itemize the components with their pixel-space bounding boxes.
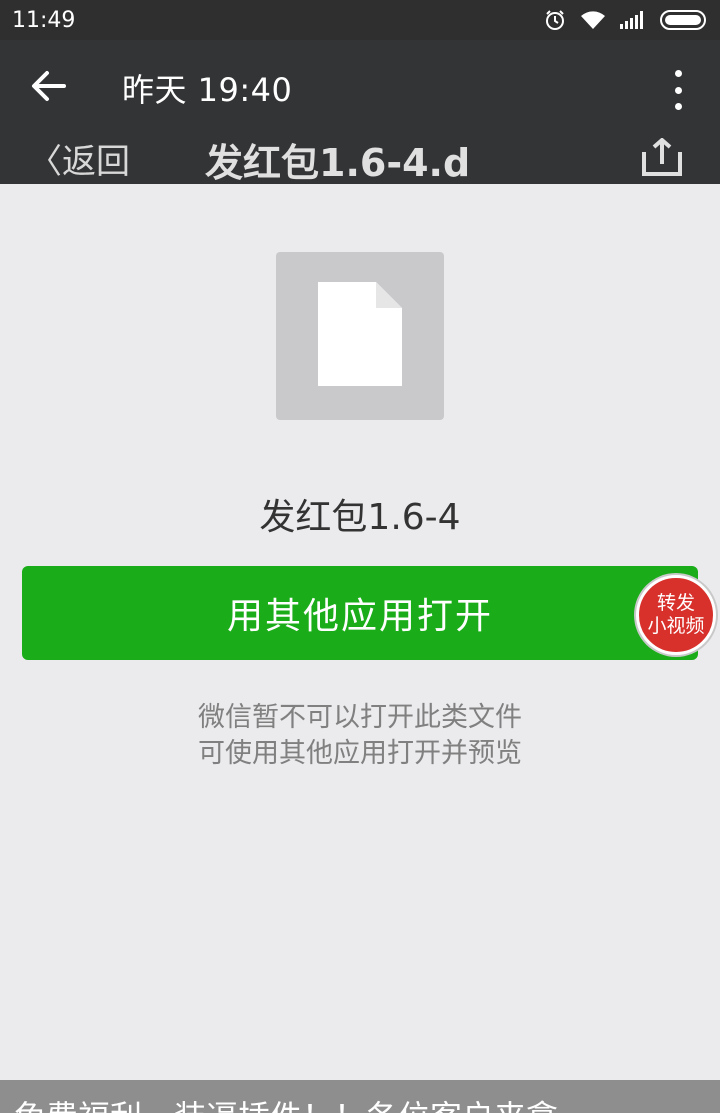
status-icons — [544, 9, 708, 31]
unsupported-file-hint: 微信暂不可以打开此类文件 可使用其他应用打开并预览 — [0, 700, 720, 772]
viewer-toolbar: 昨天 19:40 — [0, 40, 720, 136]
more-options-button[interactable] — [666, 70, 690, 110]
file-thumbnail — [276, 252, 444, 420]
more-dot — [674, 86, 682, 94]
hint-line2: 可使用其他应用打开并预览 — [198, 738, 522, 769]
underlying-back-label: 〈返回 — [28, 142, 130, 182]
forward-video-badge[interactable]: 转发 小视频 — [636, 575, 716, 655]
open-with-other-app-button[interactable]: 用其他应用打开 — [22, 566, 698, 660]
status-time: 11:49 — [12, 7, 76, 33]
more-dot — [674, 70, 682, 77]
alarm-icon — [544, 9, 566, 31]
back-button[interactable] — [0, 40, 96, 136]
wifi-icon — [580, 10, 606, 30]
file-name: 发红包1.6-4 — [259, 497, 461, 538]
caption-bar: 免费福利，装逼插件！！各位客户来拿 — [0, 1080, 720, 1113]
underlying-title: 发红包1.6-4.d — [205, 141, 471, 184]
share-icon — [640, 137, 684, 182]
toolbar-title: 昨天 19:40 — [122, 71, 293, 109]
forward-badge-line1: 转发 — [656, 592, 695, 614]
underlying-header: 〈返回 发红包1.6-4.d — [0, 136, 720, 184]
more-dot — [674, 103, 682, 110]
hint-line1: 微信暂不可以打开此类文件 — [198, 702, 522, 733]
arrow-left-icon — [30, 70, 66, 106]
caption-text: 免费福利，装逼插件！！各位客户来拿 — [14, 1092, 558, 1113]
battery-icon — [660, 10, 708, 30]
forward-badge-line2: 小视频 — [647, 615, 705, 637]
status-bar: 11:49 — [0, 0, 720, 40]
document-icon — [318, 282, 402, 390]
signal-icon — [620, 11, 646, 29]
